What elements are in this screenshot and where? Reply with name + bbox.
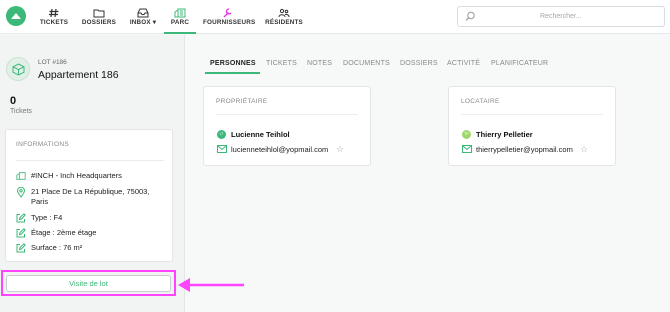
nav-label: RÉSIDENTS [265, 19, 303, 26]
nav-label: TICKETS [39, 19, 69, 26]
star-icon[interactable]: ☆ [336, 144, 344, 155]
avatar: TP [462, 130, 471, 139]
nav-label: PARC [170, 19, 190, 26]
mail-icon [217, 145, 227, 153]
owner-heading: PROPRIÉTAIRE [216, 98, 268, 105]
nav-fournisseurs[interactable]: FOURNISSEURS [203, 0, 256, 34]
search-input[interactable]: Rechercher... [457, 6, 665, 27]
highlight-box [1, 270, 176, 296]
tenant-card: LOCATAIRE TP Thierry Pelletier thierrype… [448, 86, 616, 166]
tab-activite[interactable]: ACTIVITÉ [447, 60, 480, 67]
building-icon [174, 8, 186, 18]
nav-residents[interactable]: RÉSIDENTS [264, 0, 304, 34]
ticket-count-label: Tickets [10, 108, 32, 115]
ticket-count: 0 [10, 95, 17, 107]
folder-icon [93, 9, 105, 18]
tab-documents[interactable]: DOCUMENTS [343, 60, 390, 67]
nav-parc[interactable]: PARC [164, 0, 196, 34]
inbox-icon [137, 8, 149, 18]
edit-icon [16, 213, 26, 223]
lot-title: Appartement 186 [38, 69, 119, 81]
search-icon [465, 11, 475, 21]
nav-tickets[interactable]: TICKETS [38, 0, 70, 34]
owner-card: PROPRIÉTAIRE LT Lucienne Teihlol lucienn… [203, 86, 371, 166]
nav-dossiers[interactable]: DOSSIERS [80, 0, 118, 34]
info-address-text: 21 Place De La République, 75003, Paris [31, 187, 150, 206]
cube-icon [6, 57, 30, 81]
avatar: LT [217, 130, 226, 139]
info-type-text: Type : F4 [31, 213, 63, 222]
nav-label: INBOX ▾ [129, 19, 157, 26]
owner-email[interactable]: lucienneteihlol@yopmail.com [231, 145, 328, 154]
star-icon[interactable]: ☆ [580, 144, 588, 155]
location-pin-icon [16, 187, 26, 198]
nav-label: FOURNISSEURS [203, 19, 256, 26]
nav-inbox[interactable]: INBOX ▾ [127, 0, 159, 34]
divider [16, 160, 164, 161]
active-tab-indicator [205, 72, 260, 74]
logo-icon[interactable] [6, 6, 26, 26]
tab-dossiers[interactable]: DOSSIERS [400, 60, 438, 67]
nav-label: DOSSIERS [81, 19, 117, 26]
info-surface-text: Surface : 76 m² [31, 243, 83, 252]
hash-icon [49, 8, 59, 18]
edit-icon [16, 228, 26, 238]
owner-name[interactable]: Lucienne Teihlol [231, 130, 290, 139]
info-building-text[interactable]: #INCH - Inch Headquarters [31, 171, 166, 181]
mail-icon [462, 145, 472, 153]
divider [216, 114, 358, 115]
info-floor-text: Étage : 2ème étage [31, 228, 97, 237]
wrench-icon [223, 8, 232, 18]
lot-id: LOT #186 [38, 59, 67, 66]
people-icon [278, 8, 290, 18]
information-heading: INFORMATIONS [16, 141, 69, 148]
edit-icon [16, 243, 26, 253]
tab-tickets[interactable]: TICKETS [266, 60, 297, 67]
tenant-name[interactable]: Thierry Pelletier [476, 130, 533, 139]
chevron-down-icon: ▾ [152, 19, 157, 26]
search-placeholder: Rechercher... [540, 13, 582, 20]
information-card: INFORMATIONS #INCH - Inch Headquarters 2… [5, 129, 173, 262]
divider [461, 114, 603, 115]
tenant-heading: LOCATAIRE [461, 98, 500, 105]
tenant-email[interactable]: thierrypelletier@yopmail.com [476, 145, 573, 154]
tab-planificateur[interactable]: PLANIFICATEUR [491, 60, 548, 67]
top-navigation-bar: TICKETS DOSSIERS INBOX ▾ PARC FOURNISSEU… [0, 0, 670, 34]
arrow-annotation-icon [178, 278, 244, 292]
tab-personnes[interactable]: PERSONNES [210, 60, 256, 67]
tab-notes[interactable]: NOTES [307, 60, 332, 67]
building-icon [16, 172, 26, 180]
